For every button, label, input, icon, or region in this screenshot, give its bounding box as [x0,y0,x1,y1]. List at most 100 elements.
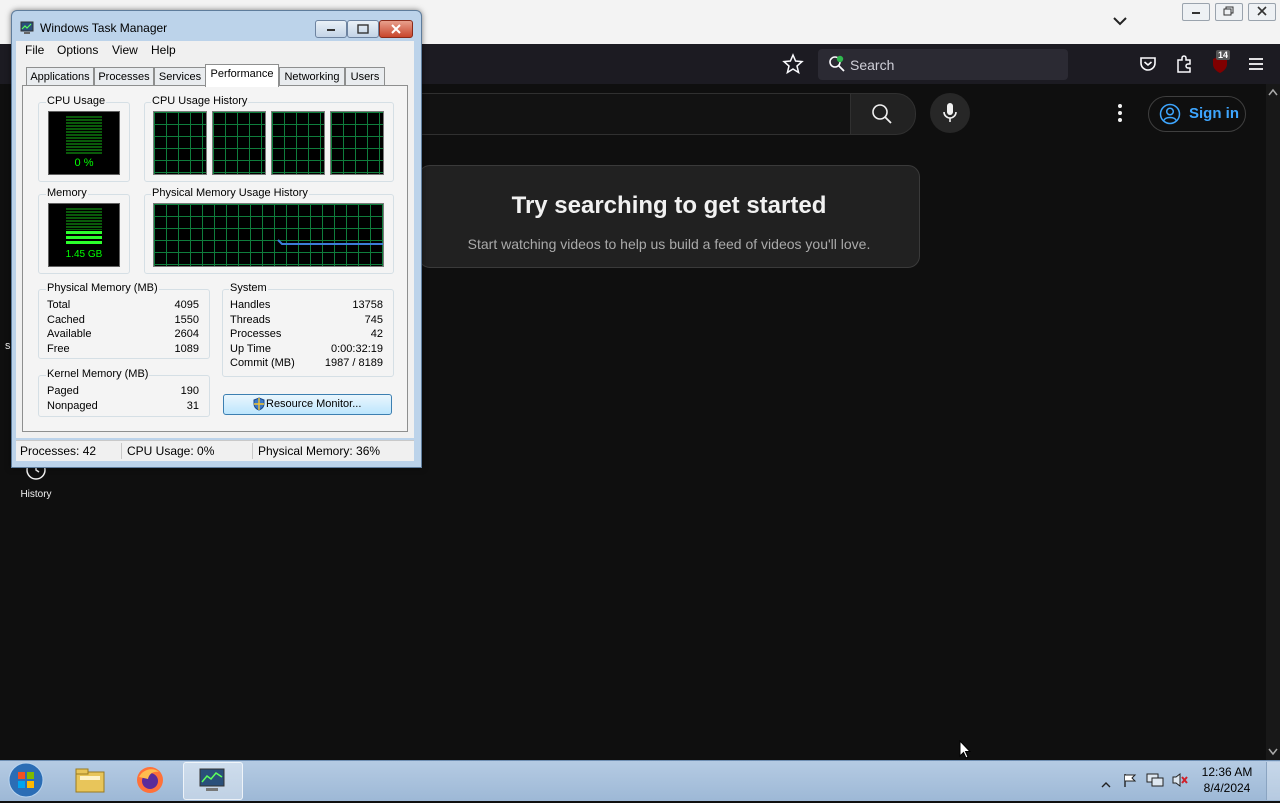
status-cpu-usage: CPU Usage: 0% [127,444,215,458]
show-hidden-icons-chevron[interactable] [1101,776,1111,794]
system-uptime-value: 0:00:32:19 [331,343,383,355]
settings-more-icon[interactable] [1108,100,1132,126]
tab-networking[interactable]: Networking [279,67,345,86]
voice-search-button[interactable] [930,93,970,133]
resource-monitor-label: Resource Monitor... [266,398,362,410]
task-manager-maximize-button[interactable] [347,20,379,38]
tab-services[interactable]: Services [154,67,206,86]
start-button[interactable] [6,762,46,798]
search-engine-icon [828,55,846,76]
browser-close-button[interactable] [1248,3,1276,21]
task-manager-close-button[interactable] [379,20,413,38]
empty-feed-title: Try searching to get started [511,192,827,219]
memory-meter-filled-bars [66,231,102,246]
extensions-puzzle-icon[interactable] [1174,54,1196,76]
task-manager-menu-bar: File Options View Help [16,41,414,59]
empty-feed-card: Try searching to get started Start watch… [418,165,920,268]
windows-logo-icon [8,762,44,798]
task-manager-icon [199,768,225,791]
task-manager-title: Windows Task Manager [40,21,168,35]
cpu-usage-label: CPU Usage [46,95,107,107]
phys-mem-total-value: 4095 [174,299,199,311]
phys-mem-free-label: Free [47,343,70,355]
status-separator [121,443,122,459]
memory-value: 1.45 GB [65,249,103,260]
tab-applications[interactable]: Applications [26,67,94,86]
phys-mem-available-value: 2604 [174,328,199,340]
show-desktop-button[interactable] [1266,762,1280,800]
phys-mem-free-value: 1089 [174,343,199,355]
memory-history-line [277,239,383,245]
system-handles-value: 13758 [352,299,383,311]
memory-history-label: Physical Memory Usage History [151,187,309,199]
browser-restore-button[interactable] [1215,3,1243,21]
uac-shield-icon [253,397,265,411]
kernel-nonpaged-label: Nonpaged [47,400,98,412]
app-menu-hamburger-icon[interactable] [1246,54,1268,76]
phys-mem-total-label: Total [47,299,71,311]
pocket-icon[interactable] [1138,54,1160,76]
browser-minimize-button[interactable] [1182,3,1210,21]
youtube-search-button[interactable] [850,93,916,135]
task-manager-app-icon [20,21,34,40]
taskbar-firefox-button[interactable] [122,762,180,798]
browser-search-field[interactable]: Search [818,49,1068,80]
kernel-nonpaged-value: 31 [186,400,199,412]
system-processes-value: 42 [370,328,383,340]
folder-icon [75,768,105,793]
extension-badge-count: 14 [1216,50,1231,60]
menu-help[interactable]: Help [151,43,176,57]
status-physical-memory: Physical Memory: 36% [258,444,381,458]
menu-options[interactable]: Options [57,43,98,57]
tab-processes[interactable]: Processes [94,67,154,86]
ublock-extension-icon[interactable]: 14 [1210,50,1232,76]
clock-date: 8/4/2024 [1203,781,1251,795]
system-processes-label: Processes [230,328,282,340]
system-threads-value: 745 [364,314,383,326]
tab-list-chevron-icon[interactable] [1112,14,1128,33]
cpu-usage-value: 0 % [74,157,94,169]
memory-meter-empty-bars [66,208,102,230]
tab-users[interactable]: Users [345,67,385,86]
cpu-core-1-history-graph [153,111,207,175]
tab-performance[interactable]: Performance [205,64,279,87]
system-uptime-label: Up Time [230,343,271,355]
taskbar-task-manager-button[interactable] [183,762,243,800]
kernel-paged-label: Paged [47,385,79,397]
taskbar-clock[interactable]: 12:36 AM 8/4/2024 [1196,764,1258,796]
system-label: System [229,282,268,294]
status-separator [252,443,253,459]
menu-view[interactable]: View [112,43,138,57]
sign-in-button[interactable]: Sign in [1148,96,1246,132]
task-manager-minimize-button[interactable] [315,20,347,38]
cpu-history-label: CPU Usage History [151,95,249,107]
phys-mem-cached-value: 1550 [174,314,199,326]
search-icon [872,104,892,124]
memory-meter: 1.45 GB [48,203,120,267]
system-handles-label: Handles [230,299,271,311]
sidebar-item-history-label: History [20,489,52,500]
cpu-core-2-history-graph [212,111,266,175]
cpu-usage-meter: 0 % [48,111,120,175]
cpu-core-4-history-graph [330,111,384,175]
cpu-meter-bars [66,116,102,154]
resource-monitor-button[interactable]: Resource Monitor... [223,394,392,415]
empty-feed-subtitle: Start watching videos to help us build a… [467,236,871,252]
youtube-search-input[interactable] [420,93,851,135]
account-circle-icon [1159,103,1181,125]
phys-mem-cached-label: Cached [47,314,85,326]
memory-history-graph [153,203,384,267]
clock-time: 12:36 AM [1201,765,1253,779]
memory-label: Memory [46,187,88,199]
microphone-icon [943,103,957,122]
taskbar-explorer-button[interactable] [62,762,120,798]
firefox-icon [137,767,163,793]
bookmark-star-icon[interactable] [782,53,804,75]
action-center-flag-icon[interactable] [1122,772,1138,793]
network-status-icon[interactable] [1146,772,1164,793]
page-scrollbar[interactable] [1266,84,1280,760]
system-commit-label: Commit (MB) [230,357,295,369]
menu-file[interactable]: File [25,43,44,57]
status-processes: Processes: 42 [20,444,97,458]
volume-muted-icon[interactable] [1171,772,1189,793]
